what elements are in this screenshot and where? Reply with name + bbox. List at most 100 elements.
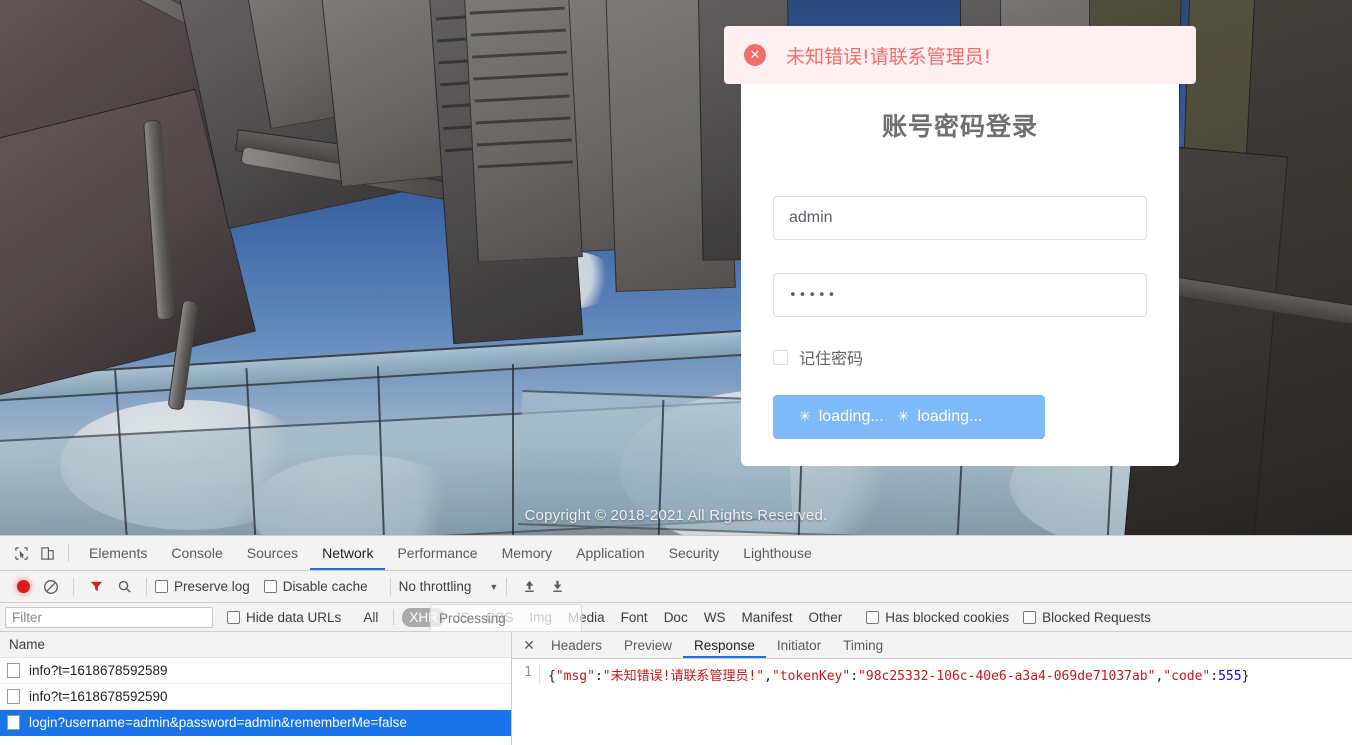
close-icon[interactable]: ✕ xyxy=(518,637,540,654)
username-value: admin xyxy=(789,209,833,226)
column-header-name[interactable]: Name xyxy=(0,632,511,658)
filter-type-js[interactable]: JS xyxy=(447,608,477,627)
tab-performance[interactable]: Performance xyxy=(385,536,489,570)
json-token: : xyxy=(594,669,603,684)
document-icon xyxy=(7,715,20,730)
network-control-bar: Preserve log Disable cache No throttling… xyxy=(0,571,1352,603)
tab-response[interactable]: Response xyxy=(683,632,766,658)
inspect-element-icon[interactable] xyxy=(8,540,34,566)
remember-password-label: 记住密码 xyxy=(799,349,864,368)
table-row[interactable]: info?t=1618678592589 xyxy=(0,658,511,684)
login-card: 账号密码登录 admin ••••• 记住密码 ✳ loading... ✳ l… xyxy=(741,84,1179,466)
divider xyxy=(389,577,391,596)
spinner-icon: ✳ xyxy=(897,409,910,425)
hide-data-urls-label: Hide data URLs xyxy=(246,609,342,625)
preserve-log-toggle[interactable]: Preserve log xyxy=(155,579,250,594)
tab-security[interactable]: Security xyxy=(657,536,732,570)
remember-password-row[interactable]: 记住密码 xyxy=(773,345,1147,369)
login-submit-button[interactable]: ✳ loading... ✳ loading... xyxy=(773,395,1045,439)
filter-type-manifest[interactable]: Manifest xyxy=(734,608,799,627)
network-filter-bar: Filter Hide data URLs All XHR JS CSS Img… xyxy=(0,603,1352,632)
json-token: "code" xyxy=(1163,669,1211,684)
filter-type-other[interactable]: Other xyxy=(801,608,849,627)
response-body: 1 {"msg":"未知错误!请联系管理员!","tokenKey":"98c2… xyxy=(512,659,1352,684)
preserve-log-label: Preserve log xyxy=(174,579,250,594)
divider xyxy=(506,577,508,596)
devtools-tab-strip: Elements Console Sources Network Perform… xyxy=(0,536,1352,571)
network-split-view: Name info?t=1618678592589 info?t=1618678… xyxy=(0,632,1352,745)
has-blocked-cookies-toggle[interactable]: Has blocked cookies xyxy=(866,610,1009,625)
table-row[interactable]: login?username=admin&password=admin&reme… xyxy=(0,710,511,736)
devtools-panel: Elements Console Sources Network Perform… xyxy=(0,535,1352,745)
clear-button[interactable] xyxy=(37,574,65,600)
tab-timing[interactable]: Timing xyxy=(832,632,894,658)
json-token: "msg" xyxy=(555,669,595,684)
blocked-requests-toggle[interactable]: Blocked Requests xyxy=(1023,610,1151,625)
browser-viewport: Copyright © 2018-2021 All Rights Reserve… xyxy=(0,0,1352,535)
tab-sources[interactable]: Sources xyxy=(235,536,310,570)
device-toolbar-icon[interactable] xyxy=(34,540,60,566)
throttling-select[interactable]: No throttling ▼ xyxy=(399,579,499,594)
record-button[interactable] xyxy=(9,574,37,600)
spinner-icon: ✳ xyxy=(799,409,811,425)
disable-cache-toggle[interactable]: Disable cache xyxy=(263,579,368,594)
document-icon xyxy=(7,689,20,704)
loading-label-1: loading... xyxy=(818,408,884,425)
has-blocked-cookies-checkbox[interactable] xyxy=(866,610,880,624)
tab-console[interactable]: Console xyxy=(159,536,234,570)
chevron-down-icon: ▼ xyxy=(489,581,499,592)
tab-lighthouse[interactable]: Lighthouse xyxy=(731,536,824,570)
filter-type-css[interactable]: CSS xyxy=(479,608,521,627)
tab-elements[interactable]: Elements xyxy=(77,536,159,570)
tab-application[interactable]: Application xyxy=(564,536,657,570)
filter-type-media[interactable]: Media xyxy=(561,608,612,627)
filter-type-doc[interactable]: Doc xyxy=(657,608,695,627)
error-alert-message: 未知错误!请联系管理员! xyxy=(786,45,992,68)
divider xyxy=(73,577,74,596)
loading-indicator-1: ✳ loading... xyxy=(799,408,884,426)
blocked-requests-checkbox[interactable] xyxy=(1023,610,1037,624)
detail-tab-strip: ✕ Headers Preview Response Initiator Tim… xyxy=(512,632,1352,659)
table-row[interactable]: info?t=1618678592590 xyxy=(0,684,511,710)
disable-cache-checkbox[interactable] xyxy=(263,580,277,593)
json-token: : xyxy=(1210,669,1219,684)
loading-indicator-2: ✳ loading... xyxy=(898,408,983,426)
filter-type-xhr[interactable]: XHR xyxy=(402,607,445,627)
username-field[interactable]: admin xyxy=(773,196,1147,240)
copyright-text: Copyright © 2018-2021 All Rights Reserve… xyxy=(524,507,828,524)
json-token: , xyxy=(764,669,772,684)
password-field[interactable]: ••••• xyxy=(773,273,1147,317)
filter-input[interactable]: Filter xyxy=(5,606,213,628)
page-title: 账号密码登录 xyxy=(881,112,1038,141)
filter-type-img[interactable]: Img xyxy=(522,608,559,627)
record-dot-icon xyxy=(16,580,30,593)
document-icon xyxy=(7,663,20,678)
export-har-icon[interactable] xyxy=(543,574,571,600)
divider xyxy=(146,577,147,596)
filter-type-all[interactable]: All xyxy=(356,608,385,627)
request-name: info?t=1618678592590 xyxy=(29,689,168,704)
request-name: login?username=admin&password=admin&reme… xyxy=(29,715,407,730)
json-token: "98c25332-106c-40e6-a3a4-069de71037ab" xyxy=(858,669,1156,684)
json-token: "未知错误!请联系管理员!" xyxy=(602,669,765,684)
divider xyxy=(68,544,69,562)
tab-preview[interactable]: Preview xyxy=(613,632,683,658)
hide-data-urls-toggle[interactable]: Hide data URLs xyxy=(227,610,341,625)
throttling-value: No throttling xyxy=(398,579,472,594)
filter-type-ws[interactable]: WS xyxy=(697,608,733,627)
password-value: ••••• xyxy=(789,287,838,303)
search-icon[interactable] xyxy=(110,574,138,600)
disable-cache-label: Disable cache xyxy=(282,579,368,594)
filter-funnel-icon[interactable] xyxy=(82,574,110,600)
line-number: 1 xyxy=(512,665,540,684)
json-token: { xyxy=(548,669,556,684)
tab-initiator[interactable]: Initiator xyxy=(766,632,832,658)
hide-data-urls-checkbox[interactable] xyxy=(227,610,240,624)
tab-headers[interactable]: Headers xyxy=(540,632,613,658)
tab-network[interactable]: Network xyxy=(310,536,385,570)
import-har-icon[interactable] xyxy=(515,574,543,600)
preserve-log-checkbox[interactable] xyxy=(155,580,168,593)
filter-type-font[interactable]: Font xyxy=(614,608,655,627)
tab-memory[interactable]: Memory xyxy=(490,536,565,570)
remember-password-checkbox[interactable] xyxy=(773,349,788,365)
